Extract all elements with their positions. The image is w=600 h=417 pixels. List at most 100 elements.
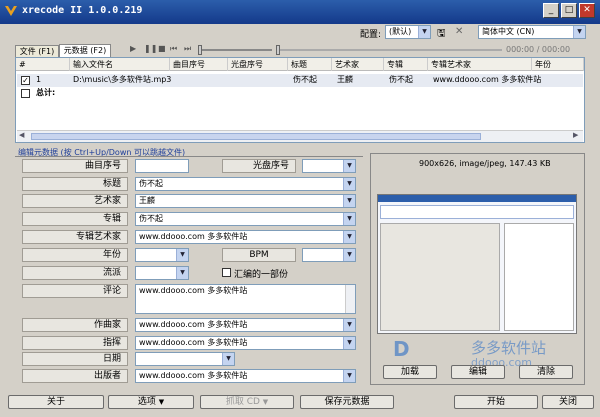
maximize-button[interactable]: □: [561, 3, 577, 18]
album-input[interactable]: 伤不起 ▼: [135, 212, 356, 226]
chevron-down-icon: ▼: [176, 249, 188, 261]
genre-select[interactable]: ▼: [135, 266, 189, 280]
language-value: 简体中文 (CN): [482, 27, 535, 36]
close-button[interactable]: 关闭: [542, 395, 594, 409]
conductor-input[interactable]: www.ddooo.com 多多软件站 ▼: [135, 336, 356, 350]
comment-textarea[interactable]: www.ddooo.com 多多软件站: [135, 284, 356, 314]
config-select[interactable]: (默认) ▼: [385, 25, 431, 39]
file-list[interactable]: # 输入文件名 曲目序号 光盘序号 标题 艺术家 专辑 专辑艺术家 年份 ✓ 1…: [15, 57, 585, 143]
album-artist-input[interactable]: www.ddooo.com 多多软件站 ▼: [135, 230, 356, 244]
cover-thumb-preview: [504, 223, 574, 331]
cover-add-button[interactable]: 加载: [383, 365, 437, 379]
cover-image[interactable]: [377, 194, 577, 334]
total-checkbox[interactable]: [21, 89, 30, 98]
total-label: 总计:: [36, 88, 56, 97]
next-icon[interactable]: ⏭: [184, 44, 191, 54]
label-album-artist: 专辑艺术家: [22, 230, 128, 244]
options-button[interactable]: 选项 ▼: [108, 395, 194, 409]
cover-clear-button[interactable]: 清除: [519, 365, 573, 379]
label-album: 专辑: [22, 212, 128, 226]
label-conductor: 指挥: [22, 336, 128, 350]
play-icon[interactable]: ▶: [130, 44, 136, 53]
volume-handle[interactable]: [198, 45, 202, 55]
seek-slider[interactable]: [278, 49, 502, 51]
col-year[interactable]: 年份: [532, 58, 584, 71]
composer-value: www.ddooo.com 多多软件站: [139, 320, 248, 329]
conductor-value: www.ddooo.com 多多软件站: [139, 338, 248, 347]
label-publisher: 出版者: [22, 369, 128, 383]
col-artist[interactable]: 艺术家: [332, 58, 384, 71]
album-value: 伤不起: [139, 214, 163, 223]
tab-files[interactable]: 文件 (F1): [15, 45, 59, 57]
scroll-left-icon[interactable]: ◀: [19, 131, 24, 139]
compilation-checkbox[interactable]: [222, 268, 231, 277]
language-select[interactable]: 简体中文 (CN) ▼: [478, 25, 586, 39]
save-config-icon[interactable]: 🖫: [437, 26, 446, 43]
watermark-text: 多多软件站: [471, 339, 547, 357]
time-display: 000:00 / 000:00: [506, 45, 571, 54]
col-title[interactable]: 标题: [288, 58, 332, 71]
row-album: 伤不起: [389, 75, 413, 84]
delete-config-icon[interactable]: ✕: [455, 26, 463, 37]
chevron-down-icon: ▼: [343, 249, 355, 261]
col-album-artist[interactable]: 专辑艺术家: [428, 58, 532, 71]
title-value: 伤不起: [139, 179, 163, 188]
chevron-down-icon: ▼: [343, 160, 355, 172]
tab-metadata[interactable]: 元数据 (F2): [59, 44, 111, 57]
disc-select[interactable]: ▼: [302, 159, 356, 173]
bpm-select[interactable]: ▼: [302, 248, 356, 262]
scroll-right-icon[interactable]: ▶: [573, 131, 578, 139]
label-composer: 作曲家: [22, 318, 128, 332]
chevron-down-icon: ▼: [343, 337, 355, 349]
config-value: (默认): [389, 27, 412, 36]
title-bar: xrecode II 1.0.0.219 _ □ ✕: [0, 0, 600, 24]
chevron-down-icon: ▼: [343, 370, 355, 382]
options-label: 选项: [137, 397, 156, 407]
label-comment: 评论: [22, 284, 128, 298]
col-album[interactable]: 专辑: [384, 58, 428, 71]
about-button[interactable]: 关于: [8, 395, 104, 409]
row-album-artist: www.ddooo.com 多多软件站: [433, 75, 542, 84]
album-artist-value: www.ddooo.com 多多软件站: [139, 232, 248, 241]
col-filename[interactable]: 输入文件名: [70, 58, 170, 71]
rip-cd-button[interactable]: 抓取 CD ▼: [200, 395, 294, 409]
minimize-button[interactable]: _: [543, 3, 559, 18]
composer-input[interactable]: www.ddooo.com 多多软件站 ▼: [135, 318, 356, 332]
label-title: 标题: [22, 177, 128, 191]
horizontal-scrollbar[interactable]: ◀ ▶: [17, 130, 583, 142]
volume-slider[interactable]: [200, 49, 272, 51]
comment-value: www.ddooo.com 多多软件站: [139, 286, 248, 295]
save-metadata-button[interactable]: 保存元数据: [300, 395, 394, 409]
divider: [15, 156, 363, 157]
track-input[interactable]: [135, 159, 189, 173]
artist-value: 王麟: [139, 196, 155, 205]
seek-handle[interactable]: [276, 45, 280, 55]
label-track: 曲目序号: [22, 159, 128, 173]
col-track[interactable]: 曲目序号: [170, 58, 228, 71]
artist-input[interactable]: 王麟 ▼: [135, 194, 356, 208]
year-select[interactable]: ▼: [135, 248, 189, 262]
cover-edit-button[interactable]: 编辑: [451, 365, 505, 379]
table-row[interactable]: ✓ 1 D:\music\多多软件站.mp3 伤不起 王麟 伤不起 www.dd…: [17, 74, 583, 87]
publisher-input[interactable]: www.ddooo.com 多多软件站 ▼: [135, 369, 356, 383]
cover-info: 900x626, image/jpeg, 147.43 KB: [419, 159, 551, 168]
title-input[interactable]: 伤不起 ▼: [135, 177, 356, 191]
col-num[interactable]: #: [16, 58, 70, 71]
close-window-button[interactable]: ✕: [579, 3, 595, 18]
rip-cd-label: 抓取 CD: [225, 397, 260, 407]
chevron-down-icon: ▼: [343, 178, 355, 190]
col-disc[interactable]: 光盘序号: [228, 58, 288, 71]
label-bpm: BPM: [222, 248, 296, 262]
tab-metadata-label: 元数据 (F2): [63, 46, 107, 55]
window-title: xrecode II 1.0.0.219: [22, 5, 143, 16]
prev-icon[interactable]: ⏮: [170, 44, 177, 54]
row-checkbox[interactable]: ✓: [21, 76, 30, 85]
stop-icon[interactable]: ■: [158, 44, 166, 53]
row-num: 1: [36, 75, 42, 84]
comment-scrollbar[interactable]: [345, 285, 355, 313]
scrollbar-thumb[interactable]: [31, 133, 481, 140]
pause-icon[interactable]: ❚❚: [144, 44, 157, 53]
date-select[interactable]: ▼: [135, 352, 235, 366]
start-button[interactable]: 开始: [454, 395, 538, 409]
file-list-header: # 输入文件名 曲目序号 光盘序号 标题 艺术家 专辑 专辑艺术家 年份: [16, 58, 584, 71]
